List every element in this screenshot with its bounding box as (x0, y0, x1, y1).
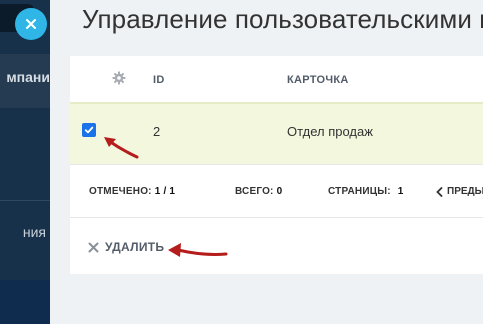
prev-page-label: ПРЕДЫ (447, 186, 483, 197)
slider-panel: Управление пользовательскими кар ID КАРТ… (50, 0, 483, 324)
marked-value: 1 / 1 (154, 186, 176, 197)
column-header-card[interactable]: КАРТОЧКА (287, 74, 349, 86)
row-card-name[interactable]: Отдел продаж (287, 124, 373, 139)
close-icon (26, 19, 36, 29)
total-value: 0 (276, 186, 283, 197)
sidebar-section-label[interactable]: мпани (6, 69, 50, 85)
grid-card: ID КАРТОЧКА 2 Отдел продаж ОТМЕЧЕНО: 1 /… (70, 56, 483, 274)
row-id: 2 (153, 124, 161, 139)
marked-label: ОТМЕЧЕНО: (89, 186, 152, 197)
row-checkbox[interactable] (82, 123, 96, 137)
annotation-arrow-icon (104, 137, 139, 159)
sidebar-divider (0, 200, 50, 201)
close-icon (88, 242, 99, 252)
checkmark-icon (84, 126, 94, 134)
grid-footer: ОТМЕЧЕНО: 1 / 1 ВСЕГО: 0 СТРАНИЦЫ: 1 ПРЕ… (70, 164, 483, 218)
sidebar-item-label[interactable]: ния (23, 224, 46, 240)
column-header-id[interactable]: ID (153, 74, 165, 86)
table-header: ID КАРТОЧКА (70, 56, 483, 102)
total-counter: ВСЕГО: 0 (235, 186, 282, 197)
marked-counter: ОТМЕЧЕНО: 1 / 1 (89, 186, 175, 197)
prev-page-link[interactable]: ПРЕДЫ (436, 186, 483, 197)
pages-counter: СТРАНИЦЫ: 1 (328, 186, 403, 197)
delete-label: УДАЛИТЬ (105, 240, 165, 254)
pages-value: 1 (397, 186, 404, 197)
annotation-arrow-icon (168, 243, 228, 257)
app-sidebar: кa мпани ния (0, 0, 50, 324)
gear-icon[interactable] (112, 71, 126, 90)
total-label: ВСЕГО: (235, 186, 274, 197)
close-slider-button[interactable] (15, 8, 47, 40)
page-title: Управление пользовательскими кар (82, 4, 483, 34)
pages-label: СТРАНИЦЫ: (328, 186, 391, 197)
chevron-left-icon (436, 186, 443, 197)
sidebar-bottom-band (0, 280, 50, 324)
delete-button[interactable]: УДАЛИТЬ (88, 240, 164, 254)
